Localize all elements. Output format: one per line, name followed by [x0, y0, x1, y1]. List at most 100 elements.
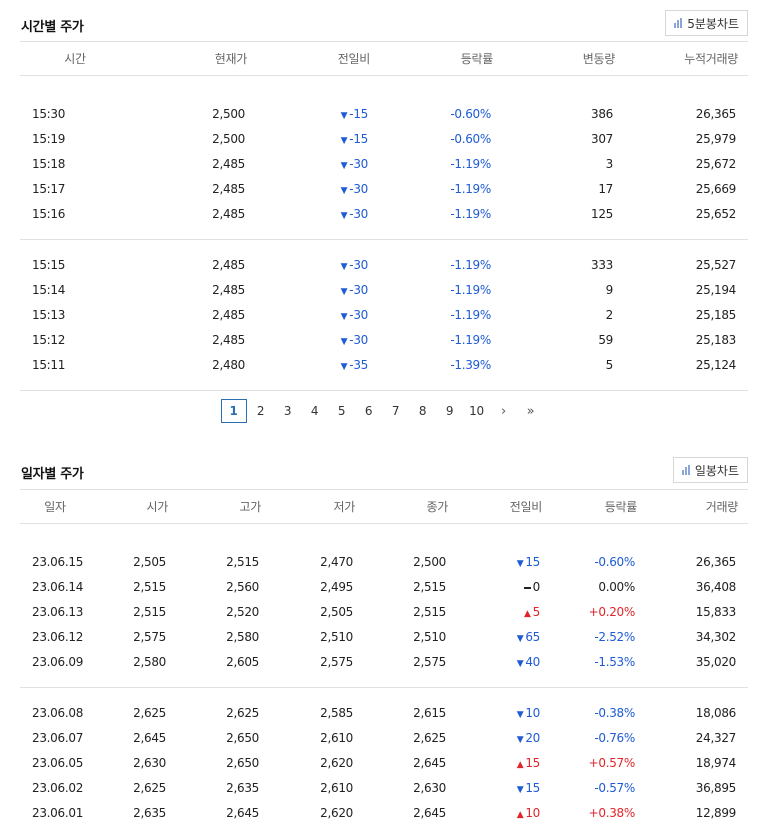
date-cell: 23.06.08 — [32, 706, 84, 720]
page-5[interactable]: 5 — [329, 399, 355, 423]
diff-cell: ▼ 10 — [458, 701, 552, 726]
page-8[interactable]: 8 — [410, 399, 436, 423]
header-low: 저가 — [271, 489, 365, 524]
close-cell: 2,615 — [413, 706, 446, 720]
close-cell: 2,515 — [413, 605, 446, 619]
diff-value: 20 — [525, 731, 540, 745]
change-cell: 3 — [605, 157, 614, 171]
low-cell: 2,510 — [320, 630, 353, 644]
table-row: 23.06.14 2,515 2,560 2,495 2,515 0 0.00% 36,408 — [20, 575, 748, 600]
close-cell: 2,510 — [413, 630, 446, 644]
volume-cell: 26,365 — [695, 555, 737, 569]
triangle-down-icon: ▼ — [340, 136, 348, 146]
rate-cell: -1.19% — [450, 207, 491, 221]
triangle-down-icon: ▼ — [340, 312, 348, 322]
table-row: 15:30 2,500 ▼ -15 -0.60% 386 26,365 — [20, 102, 748, 127]
diff-value: 15 — [525, 781, 540, 795]
open-cell: 2,625 — [133, 706, 166, 720]
bar-chart-icon — [681, 465, 690, 475]
page-10[interactable]: 10 — [464, 399, 490, 423]
header-rate: 등락률 — [380, 41, 503, 76]
high-cell: 2,625 — [226, 706, 259, 720]
dash-icon — [523, 586, 531, 589]
high-cell: 2,650 — [226, 731, 259, 745]
triangle-down-icon: ▼ — [516, 735, 524, 745]
time-cell: 15:13 — [32, 308, 66, 322]
page-3[interactable]: 3 — [275, 399, 301, 423]
diff-cell: 0 — [458, 575, 552, 600]
diff-value: -30 — [349, 283, 368, 297]
page-9[interactable]: 9 — [437, 399, 463, 423]
table-row: 23.06.02 2,625 2,635 2,610 2,630 ▼ 15 -0.57% 36,… — [20, 776, 748, 801]
diff-cell: ▼ -30 — [257, 152, 380, 177]
high-cell: 2,515 — [226, 555, 259, 569]
time-cell: 15:15 — [32, 258, 66, 272]
table-row: 15:17 2,485 ▼ -30 -1.19% 17 25,669 — [20, 177, 748, 202]
spacer-cell — [20, 674, 748, 688]
spacer-cell — [20, 377, 748, 391]
rate-cell: -0.38% — [594, 706, 635, 720]
close-cell: 2,515 — [413, 580, 446, 594]
volume-cell: 18,086 — [695, 706, 737, 720]
triangle-down-icon: ▼ — [516, 634, 524, 644]
change-cell: 59 — [598, 333, 613, 347]
close-cell: 2,625 — [413, 731, 446, 745]
change-cell: 333 — [590, 258, 613, 272]
spacer-row — [20, 226, 748, 240]
triangle-up-icon: ▲ — [516, 760, 524, 770]
price-cell: 2,485 — [212, 182, 245, 196]
diff-cell: ▼ -35 — [257, 353, 380, 378]
page-1[interactable]: 1 — [220, 399, 247, 423]
spacer-cell — [20, 76, 748, 102]
daily-section-header: 일자별 주가 일봉차트 — [20, 457, 748, 485]
hourly-title: 시간별 주가 — [21, 20, 84, 35]
daily-header-row: 일자 시가 고가 저가 종가 전일비 등락률 거래량 — [20, 489, 748, 524]
open-cell: 2,580 — [133, 655, 166, 669]
rate-cell: -1.19% — [450, 157, 491, 171]
spacer-cell — [20, 524, 748, 550]
price-cell: 2,485 — [212, 333, 245, 347]
change-cell: 307 — [590, 132, 613, 146]
date-cell: 23.06.12 — [32, 630, 84, 644]
page-6[interactable]: 6 — [356, 399, 382, 423]
diff-cell: ▼ -30 — [257, 253, 380, 278]
spacer-row — [20, 674, 748, 688]
rate-cell: +0.57% — [588, 756, 636, 770]
time-cell: 15:18 — [32, 157, 66, 171]
spacer-row — [20, 377, 748, 391]
spacer-cell — [20, 688, 748, 701]
date-cell: 23.06.09 — [32, 655, 84, 669]
last-page-double-chevron-icon[interactable]: » — [518, 399, 544, 423]
high-cell: 2,650 — [226, 756, 259, 770]
table-row: 23.06.12 2,575 2,580 2,510 2,510 ▼ 65 -2.52% 34,… — [20, 625, 748, 650]
page-4[interactable]: 4 — [302, 399, 328, 423]
diff-value: 10 — [525, 706, 540, 720]
time-cell: 15:19 — [32, 132, 66, 146]
date-cell: 23.06.02 — [32, 781, 84, 795]
open-cell: 2,645 — [133, 731, 166, 745]
rate-cell: -0.60% — [594, 555, 635, 569]
diff-cell: ▼ 15 — [458, 776, 552, 801]
header-date: 일자 — [20, 489, 90, 524]
diff-value: -35 — [349, 358, 368, 372]
change-cell: 9 — [605, 283, 614, 297]
open-cell: 2,505 — [133, 555, 166, 569]
volume-cell: 36,895 — [695, 781, 737, 795]
price-cell: 2,500 — [212, 107, 245, 121]
daily-chart-button[interactable]: 일봉차트 — [672, 457, 748, 483]
diff-value: -30 — [349, 182, 368, 196]
five-minute-chart-label: 5분봉차트 — [687, 16, 739, 31]
spacer-row — [20, 524, 748, 550]
rate-cell: -1.19% — [450, 308, 491, 322]
five-minute-chart-button[interactable]: 5분봉차트 — [665, 10, 748, 36]
rate-cell: -1.53% — [594, 655, 635, 669]
diff-cell: ▼ -30 — [257, 202, 380, 227]
next-page-chevron-icon[interactable]: › — [491, 399, 517, 423]
page-2[interactable]: 2 — [248, 399, 274, 423]
triangle-down-icon: ▼ — [340, 211, 348, 221]
time-cell: 15:17 — [32, 182, 66, 196]
close-cell: 2,575 — [413, 655, 446, 669]
page-7[interactable]: 7 — [383, 399, 409, 423]
diff-cell: ▼ -30 — [257, 278, 380, 303]
date-cell: 23.06.14 — [32, 580, 84, 594]
